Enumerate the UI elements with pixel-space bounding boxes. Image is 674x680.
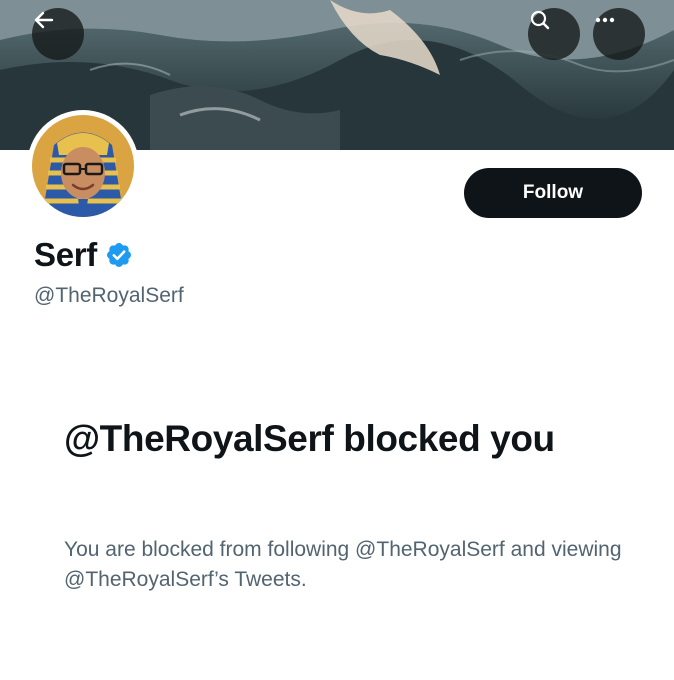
back-button[interactable]	[32, 8, 84, 60]
profile-handle: @TheRoyalSerf	[34, 284, 184, 307]
profile-name-row: Serf	[34, 236, 133, 274]
arrow-left-icon	[34, 11, 54, 29]
search-icon	[530, 10, 550, 30]
avatar[interactable]	[27, 110, 139, 222]
follow-button[interactable]: Follow	[464, 168, 642, 218]
more-options-button[interactable]	[593, 8, 645, 60]
more-horizontal-icon	[595, 17, 615, 23]
blocked-description: You are blocked from following @TheRoyal…	[64, 538, 622, 591]
verified-badge-icon[interactable]	[105, 241, 133, 269]
search-button[interactable]	[528, 8, 580, 60]
display-name: Serf	[34, 236, 97, 273]
blocked-heading: @TheRoyalSerf blocked you	[64, 418, 555, 459]
avatar-image	[32, 115, 134, 217]
